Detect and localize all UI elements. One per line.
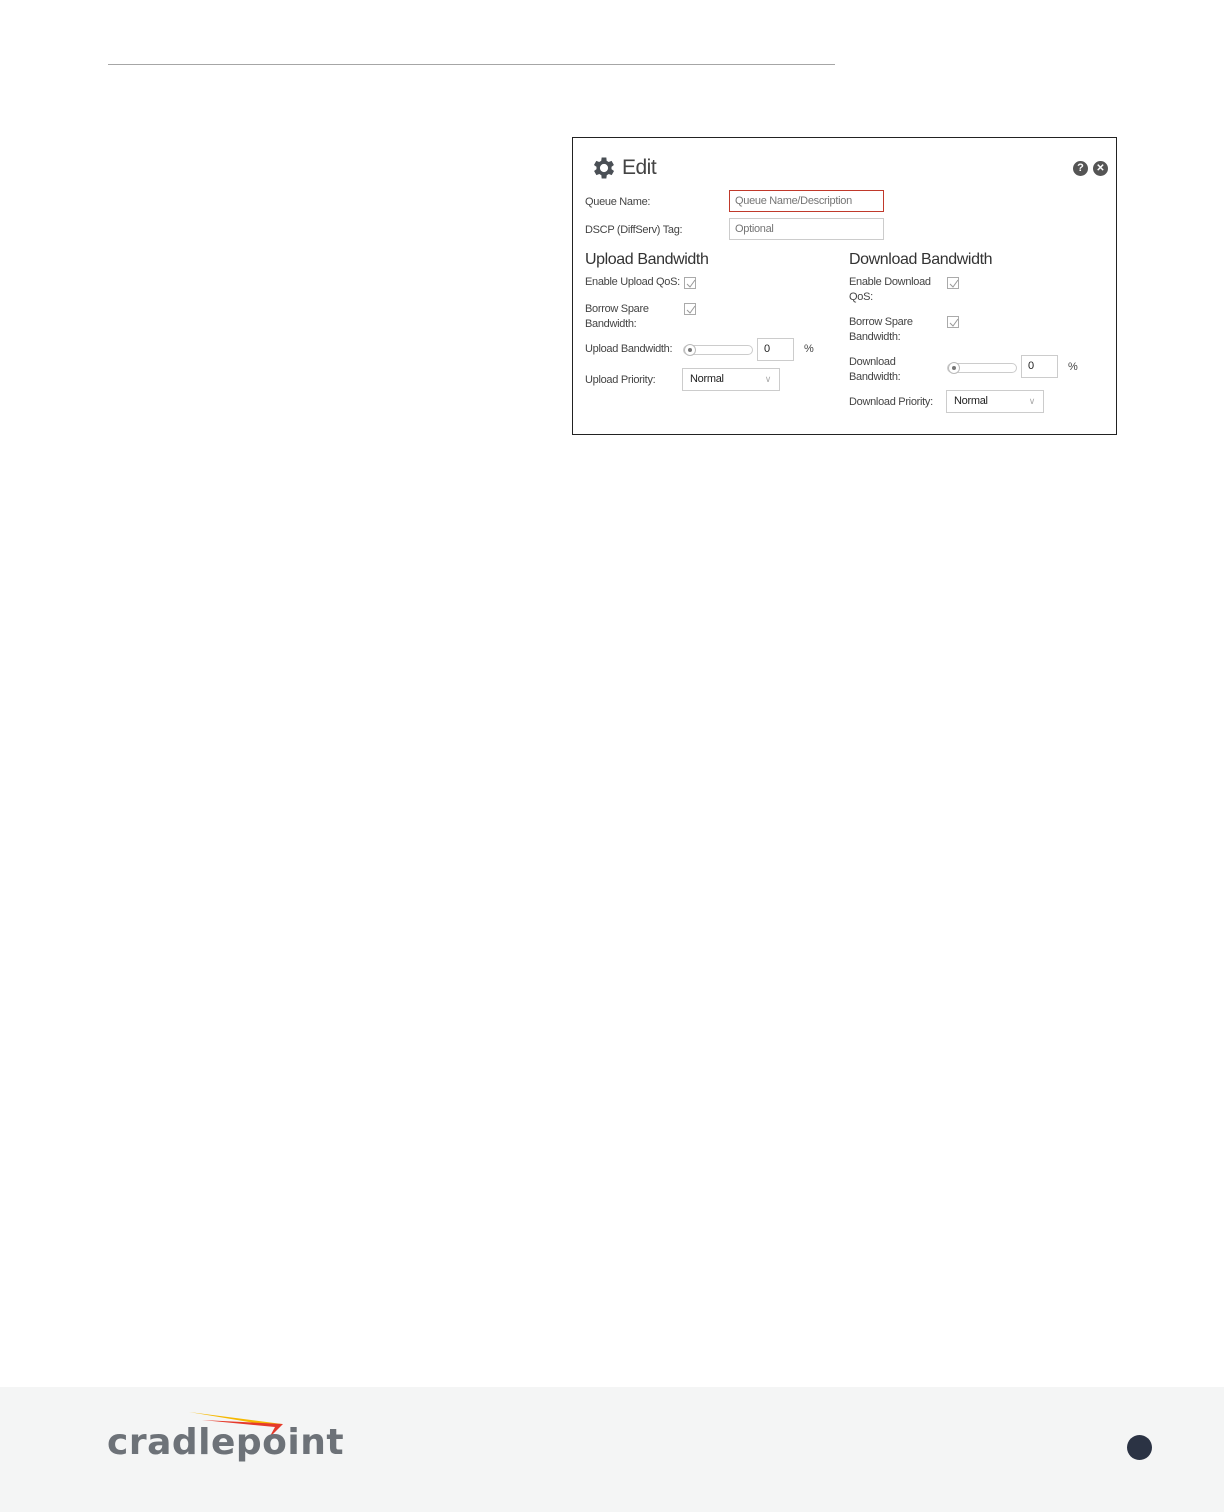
upload-bandwidth-slider[interactable] xyxy=(683,344,753,356)
download-percent-unit: % xyxy=(1068,361,1078,373)
label-line: Borrow Spare xyxy=(585,303,649,315)
label-line: Borrow Spare xyxy=(849,316,913,328)
slider-handle[interactable] xyxy=(684,344,696,356)
dialog-title: Edit xyxy=(622,156,657,179)
download-bandwidth-input[interactable]: 0 xyxy=(1021,355,1058,378)
download-priority-label: Download Priority: xyxy=(849,396,933,408)
upload-borrow-spare-label: Borrow Spare Bandwidth: xyxy=(585,302,649,332)
download-bandwidth-slider[interactable] xyxy=(947,362,1017,374)
chevron-down-icon: ∨ xyxy=(1028,396,1036,406)
gear-icon xyxy=(590,154,618,182)
top-divider xyxy=(108,64,835,65)
dscp-tag-label: DSCP (DiffServ) Tag: xyxy=(585,224,683,236)
label-line: Enable Download xyxy=(849,276,931,288)
dialog-header: Edit xyxy=(590,154,657,182)
upload-borrow-spare-checkbox[interactable] xyxy=(684,303,696,315)
close-icon[interactable]: ✕ xyxy=(1093,161,1108,176)
upload-bandwidth-label: Upload Bandwidth: xyxy=(585,343,673,355)
enable-download-qos-label: Enable Download QoS: xyxy=(849,275,931,305)
upload-percent-unit: % xyxy=(804,343,814,355)
slider-handle[interactable] xyxy=(948,362,960,374)
download-borrow-spare-label: Borrow Spare Bandwidth: xyxy=(849,315,913,345)
label-line: Bandwidth: xyxy=(849,371,901,383)
download-borrow-spare-checkbox[interactable] xyxy=(947,316,959,328)
upload-priority-select[interactable]: Normal ∨ xyxy=(682,368,780,391)
help-icon[interactable]: ? xyxy=(1073,161,1088,176)
edit-dialog: Edit ? ✕ Queue Name: DSCP (DiffServ) Tag… xyxy=(572,137,1117,435)
check-icon xyxy=(949,279,959,288)
check-icon xyxy=(949,318,959,327)
download-bandwidth-label: Download Bandwidth: xyxy=(849,355,901,385)
selected-value: Normal xyxy=(690,373,724,385)
download-bandwidth-heading: Download Bandwidth xyxy=(849,251,993,268)
enable-upload-qos-label: Enable Upload QoS: xyxy=(585,276,680,288)
check-icon xyxy=(686,305,696,314)
enable-download-qos-checkbox[interactable] xyxy=(947,277,959,289)
queue-name-label: Queue Name: xyxy=(585,196,651,208)
queue-name-input[interactable] xyxy=(729,190,884,212)
label-line: QoS: xyxy=(849,291,873,303)
chevron-down-icon: ∨ xyxy=(764,374,772,384)
enable-upload-qos-checkbox[interactable] xyxy=(684,277,696,289)
page-indicator xyxy=(1127,1435,1152,1460)
download-priority-select[interactable]: Normal ∨ xyxy=(946,390,1044,413)
dscp-tag-input[interactable] xyxy=(729,218,884,240)
check-icon xyxy=(686,279,696,288)
cradlepoint-logo: cradlepoint xyxy=(107,1410,344,1465)
selected-value: Normal xyxy=(954,395,988,407)
label-line: Bandwidth: xyxy=(849,331,901,343)
upload-priority-label: Upload Priority: xyxy=(585,374,656,386)
upload-bandwidth-input[interactable]: 0 xyxy=(757,338,794,361)
label-line: Bandwidth: xyxy=(585,318,637,330)
label-line: Download xyxy=(849,356,896,368)
logo-wordmark: cradlepoint xyxy=(107,1422,345,1463)
upload-bandwidth-heading: Upload Bandwidth xyxy=(585,251,709,268)
